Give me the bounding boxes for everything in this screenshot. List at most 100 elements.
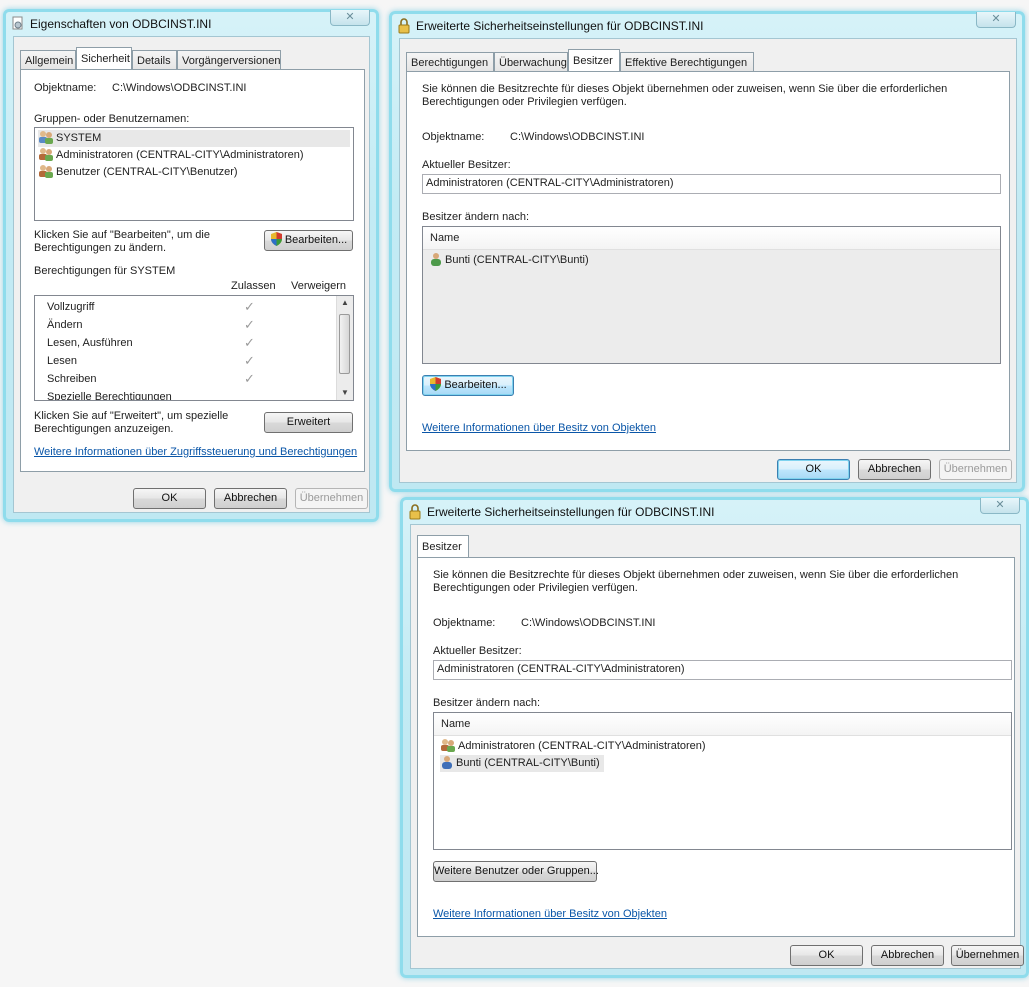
owner-tab-panel: Sie können die Besitzrechte für dieses O… bbox=[417, 557, 1015, 937]
permission-row: Lesen, Ausführen bbox=[47, 337, 133, 349]
permission-row: Lesen bbox=[47, 355, 77, 367]
groups-label: Gruppen- oder Benutzernamen: bbox=[34, 113, 190, 125]
window-title: Eigenschaften von ODBCINST.INI bbox=[30, 17, 212, 31]
check-icon: ✓ bbox=[244, 353, 255, 368]
lock-icon bbox=[408, 504, 422, 520]
list-item[interactable]: Administratoren (CENTRAL-CITY\Administra… bbox=[38, 147, 304, 164]
edit-hint-line-2: Berechtigungen zu ändern. bbox=[34, 242, 167, 254]
owner-tab-panel: Sie können die Besitzrechte für dieses O… bbox=[406, 71, 1010, 451]
close-button[interactable]: ✕ bbox=[976, 12, 1016, 28]
name-column-header[interactable]: Name bbox=[434, 713, 1011, 736]
more-users-groups-button[interactable]: Weitere Benutzer oder Gruppen... bbox=[433, 861, 599, 882]
apply-button[interactable]: Übernehmen bbox=[295, 488, 368, 509]
ownership-help-link[interactable]: Weitere Informationen über Besitz von Ob… bbox=[433, 908, 667, 920]
tab-owner[interactable]: Besitzer bbox=[417, 535, 469, 557]
advanced-hint-line-2: Berechtigungen anzuzeigen. bbox=[34, 423, 174, 435]
allow-column-header: Zulassen bbox=[231, 280, 276, 292]
ownership-help-link[interactable]: Weitere Informationen über Besitz von Ob… bbox=[422, 422, 656, 434]
groups-list[interactable]: SYSTEM Administratoren (CENTRAL-CITY\Adm… bbox=[34, 127, 354, 221]
uac-shield-icon bbox=[429, 377, 442, 391]
tab-previous-versions[interactable]: Vorgängerversionen bbox=[177, 50, 281, 70]
uac-shield-icon bbox=[270, 232, 283, 246]
description-line-2: Berechtigungen oder Privilegien verfügen… bbox=[433, 582, 638, 594]
edit-hint-line-1: Klicken Sie auf "Bearbeiten", um die bbox=[34, 229, 210, 241]
properties-window: Eigenschaften von ODBCINST.INI ✕ Allgeme… bbox=[3, 9, 379, 522]
object-name-label: Objektname: bbox=[34, 82, 97, 94]
tab-permissions[interactable]: Berechtigungen bbox=[406, 52, 494, 72]
ok-button[interactable]: OK bbox=[790, 945, 863, 966]
tab-strip: Berechtigungen Überwachung Besitzer Effe… bbox=[406, 49, 1010, 72]
deny-column-header: Verweigern bbox=[291, 280, 347, 292]
change-owner-label: Besitzer ändern nach: bbox=[422, 211, 530, 223]
edit-button[interactable]: Bearbeiten... bbox=[264, 230, 353, 251]
tab-general[interactable]: Allgemein bbox=[20, 50, 76, 70]
scroll-down-icon[interactable]: ▼ bbox=[337, 386, 353, 400]
cancel-button[interactable]: Abbrechen bbox=[871, 945, 944, 966]
security-tab-panel: Objektname: C:\Windows\ODBCINST.INI Grup… bbox=[20, 69, 365, 472]
check-icon: ✓ bbox=[244, 317, 255, 332]
dialog-body: Allgemein Sicherheit Details Vorgängerve… bbox=[13, 36, 370, 513]
title-bar[interactable]: Eigenschaften von ODBCINST.INI ✕ bbox=[6, 10, 376, 34]
list-item[interactable]: Bunti (CENTRAL-CITY\Bunti) bbox=[429, 252, 589, 269]
lock-icon bbox=[397, 18, 411, 34]
apply-button[interactable]: Übernehmen bbox=[939, 459, 1012, 480]
users-icon bbox=[39, 148, 53, 161]
cancel-button[interactable]: Abbrechen bbox=[214, 488, 287, 509]
apply-button[interactable]: Übernehmen bbox=[951, 945, 1024, 966]
list-item[interactable]: SYSTEM bbox=[38, 130, 350, 147]
tab-security[interactable]: Sicherheit bbox=[76, 47, 132, 69]
group-name: Benutzer (CENTRAL-CITY\Benutzer) bbox=[56, 166, 238, 178]
user-icon bbox=[431, 253, 441, 266]
tab-details[interactable]: Details bbox=[132, 50, 177, 70]
tab-auditing[interactable]: Überwachung bbox=[494, 52, 568, 72]
tab-effective-permissions[interactable]: Effektive Berechtigungen bbox=[620, 52, 754, 72]
tab-strip: Besitzer bbox=[417, 535, 1015, 558]
users-icon bbox=[39, 131, 53, 144]
check-icon: ✓ bbox=[244, 335, 255, 350]
window-title: Erweiterte Sicherheitseinstellungen für … bbox=[427, 505, 715, 519]
name-column-header[interactable]: Name bbox=[423, 227, 1000, 250]
tab-strip: Allgemein Sicherheit Details Vorgängerve… bbox=[20, 47, 365, 70]
permissions-label: Berechtigungen für SYSTEM bbox=[34, 265, 176, 277]
object-name-value: C:\Windows\ODBCINST.INI bbox=[112, 82, 247, 94]
title-bar[interactable]: Erweiterte Sicherheitseinstellungen für … bbox=[403, 498, 1026, 522]
permission-row: Ändern bbox=[47, 319, 83, 331]
group-name: Administratoren (CENTRAL-CITY\Administra… bbox=[56, 149, 304, 161]
permission-row: Schreiben bbox=[47, 373, 97, 385]
dialog-body: Berechtigungen Überwachung Besitzer Effe… bbox=[399, 38, 1017, 483]
ok-button[interactable]: OK bbox=[777, 459, 850, 480]
window-title: Erweiterte Sicherheitseinstellungen für … bbox=[416, 19, 704, 33]
permission-row: Spezielle Berechtigungen bbox=[47, 391, 172, 401]
description-line-1: Sie können die Besitzrechte für dieses O… bbox=[433, 569, 959, 581]
vertical-scrollbar[interactable]: ▲ ▼ bbox=[336, 296, 353, 400]
owner-candidates-list[interactable]: Name Administratoren (CENTRAL-CITY\Admin… bbox=[433, 712, 1012, 850]
permissions-list[interactable]: Vollzugriff ✓ Ändern ✓ Lesen, Ausführen … bbox=[34, 295, 354, 401]
group-name: SYSTEM bbox=[56, 132, 102, 144]
user-icon bbox=[442, 756, 452, 769]
check-icon: ✓ bbox=[244, 371, 255, 386]
scroll-thumb[interactable] bbox=[339, 314, 350, 374]
close-button[interactable]: ✕ bbox=[330, 10, 370, 26]
file-settings-icon bbox=[11, 16, 25, 30]
list-item[interactable]: Benutzer (CENTRAL-CITY\Benutzer) bbox=[38, 164, 238, 181]
owner-candidates-list[interactable]: Name Bunti (CENTRAL-CITY\Bunti) bbox=[422, 226, 1001, 364]
advanced-security-window-owner: Erweiterte Sicherheitseinstellungen für … bbox=[400, 497, 1029, 978]
scroll-up-icon[interactable]: ▲ bbox=[337, 296, 353, 310]
object-name-label: Objektname: bbox=[422, 131, 485, 143]
cancel-button[interactable]: Abbrechen bbox=[858, 459, 931, 480]
access-control-help-link[interactable]: Weitere Informationen über Zugriffssteue… bbox=[34, 446, 357, 458]
users-icon bbox=[39, 165, 53, 178]
tab-owner[interactable]: Besitzer bbox=[568, 49, 620, 71]
list-item[interactable]: Bunti (CENTRAL-CITY\Bunti) bbox=[440, 755, 604, 772]
current-owner-label: Aktueller Besitzer: bbox=[433, 645, 522, 657]
current-owner-field[interactable]: Administratoren (CENTRAL-CITY\Administra… bbox=[422, 174, 1001, 194]
advanced-button[interactable]: Erweitert bbox=[264, 412, 353, 433]
close-button[interactable]: ✕ bbox=[980, 498, 1020, 514]
advanced-security-window: Erweiterte Sicherheitseinstellungen für … bbox=[389, 11, 1025, 492]
list-item[interactable]: Administratoren (CENTRAL-CITY\Administra… bbox=[440, 738, 706, 755]
users-icon bbox=[441, 739, 455, 752]
title-bar[interactable]: Erweiterte Sicherheitseinstellungen für … bbox=[392, 12, 1022, 36]
ok-button[interactable]: OK bbox=[133, 488, 206, 509]
current-owner-field[interactable]: Administratoren (CENTRAL-CITY\Administra… bbox=[433, 660, 1012, 680]
edit-button[interactable]: Bearbeiten... bbox=[422, 375, 514, 396]
